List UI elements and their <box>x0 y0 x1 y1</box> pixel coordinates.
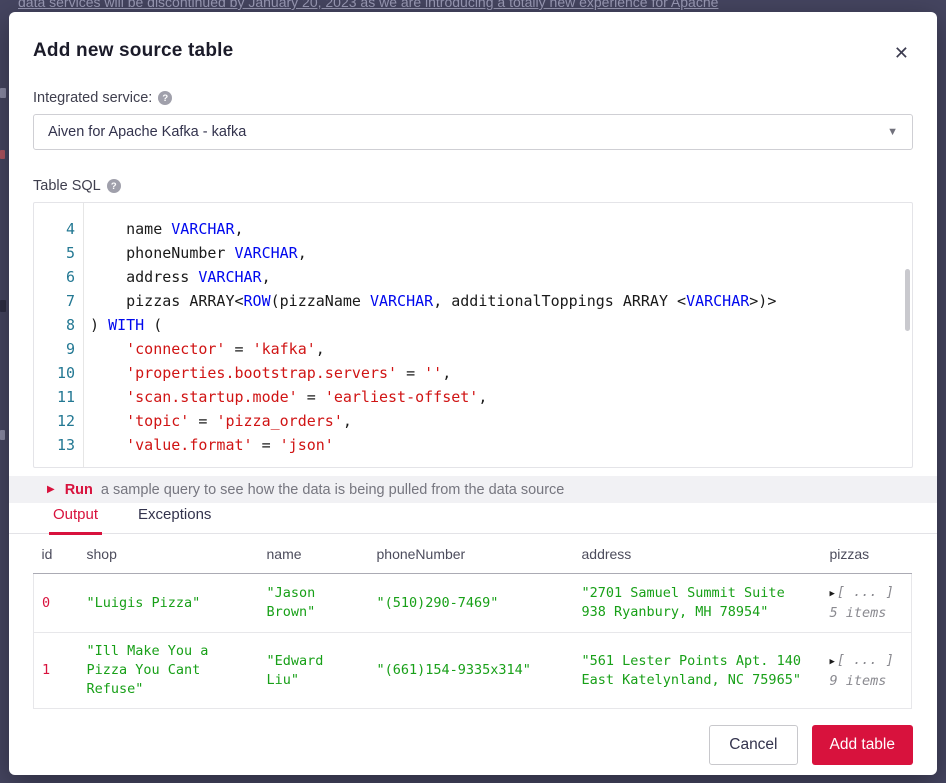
add-source-table-modal: Add new source table ✕ Integrated servic… <box>9 12 937 775</box>
cancel-button[interactable]: Cancel <box>709 725 797 765</box>
tab-bar: Output Exceptions <box>9 503 937 534</box>
cell-pizzas: ▶[ ... ] 9 items <box>822 633 912 709</box>
code-line[interactable]: 'topic' = 'pizza_orders', <box>90 409 912 433</box>
array-item-count: 5 items <box>830 604 904 623</box>
output-tbody: 0"Luigis Pizza""Jason Brown""(510)290-74… <box>34 574 912 709</box>
cell-name: "Jason Brown" <box>259 574 369 633</box>
play-icon: ▶ <box>47 484 55 495</box>
code-line[interactable]: phoneNumber VARCHAR, <box>90 241 912 265</box>
line-number: 5 <box>34 241 75 265</box>
table-sql-label: Table SQL <box>33 178 101 194</box>
line-number: 8 <box>34 313 75 337</box>
close-icon[interactable]: ✕ <box>890 42 913 64</box>
code-line[interactable]: ) WITH ( <box>90 313 912 337</box>
modal-title: Add new source table <box>33 40 233 62</box>
table-row: 0"Luigis Pizza""Jason Brown""(510)290-74… <box>34 574 912 633</box>
cell-phone-number: "(510)290-7469" <box>369 574 574 633</box>
backdrop-fragment <box>0 150 5 159</box>
editor-scrollbar-thumb[interactable] <box>905 269 910 331</box>
integrated-service-label-row: Integrated service: ? <box>33 90 913 106</box>
modal-header: Add new source table ✕ <box>33 40 913 64</box>
column-header-address: address <box>574 534 822 574</box>
help-icon[interactable]: ? <box>107 179 121 193</box>
editor-gutter: 45678910111213 <box>34 203 84 467</box>
column-header-name: name <box>259 534 369 574</box>
cell-id: 0 <box>34 574 79 633</box>
help-icon[interactable]: ? <box>158 91 172 105</box>
code-line[interactable]: 'value.format' = 'json' <box>90 433 912 457</box>
output-table: idshopnamephoneNumberaddresspizzas 0"Lui… <box>33 534 912 709</box>
cell-phone-number: "(661)154-9335x314" <box>369 633 574 709</box>
output-header-row: idshopnamephoneNumberaddresspizzas <box>34 534 912 574</box>
sql-editor[interactable]: 45678910111213 name VARCHAR, phoneNumber… <box>33 202 913 468</box>
array-preview: [ ... ] <box>837 584 894 600</box>
line-number: 13 <box>34 433 75 457</box>
cell-address: "2701 Samuel Summit Suite 938 Ryanbury, … <box>574 574 822 633</box>
array-item-count: 9 items <box>830 672 904 691</box>
tab-exceptions[interactable]: Exceptions <box>134 506 215 535</box>
modal-footer: Cancel Add table <box>33 725 913 765</box>
chevron-down-icon: ▼ <box>887 126 898 138</box>
integrated-service-value: Aiven for Apache Kafka - kafka <box>48 124 246 140</box>
code-line[interactable]: 'scan.startup.mode' = 'earliest-offset', <box>90 385 912 409</box>
line-number: 10 <box>34 361 75 385</box>
backdrop-fragment <box>0 88 6 98</box>
tab-output[interactable]: Output <box>49 506 102 535</box>
line-number: 9 <box>34 337 75 361</box>
code-line[interactable]: pizzas ARRAY<ROW(pizzaName VARCHAR, addi… <box>90 289 912 313</box>
column-header-shop: shop <box>79 534 259 574</box>
expand-array-icon[interactable]: ▶ <box>830 589 835 599</box>
cell-id: 1 <box>34 633 79 709</box>
cell-name: "Edward Liu" <box>259 633 369 709</box>
editor-code[interactable]: name VARCHAR, phoneNumber VARCHAR, addre… <box>84 203 912 467</box>
column-header-id: id <box>34 534 79 574</box>
column-header-pizzas: pizzas <box>822 534 912 574</box>
backdrop-fragment <box>0 300 6 312</box>
code-line[interactable]: 'connector' = 'kafka', <box>90 337 912 361</box>
run-bar: ▶ Run a sample query to see how the data… <box>9 476 937 503</box>
add-table-button[interactable]: Add table <box>812 725 914 765</box>
cell-pizzas: ▶[ ... ] 5 items <box>822 574 912 633</box>
expand-array-icon[interactable]: ▶ <box>830 657 835 667</box>
cell-address: "561 Lester Points Apt. 140 East Katelyn… <box>574 633 822 709</box>
backdrop-page-text: data services will be discontinued by Ja… <box>0 0 946 12</box>
integrated-service-label: Integrated service: <box>33 90 152 106</box>
run-button[interactable]: Run <box>65 482 93 498</box>
run-description: a sample query to see how the data is be… <box>101 482 564 498</box>
line-number: 11 <box>34 385 75 409</box>
table-row: 1"Ill Make You a Pizza You Cant Refuse""… <box>34 633 912 709</box>
integrated-service-select[interactable]: Aiven for Apache Kafka - kafka ▼ <box>33 114 913 150</box>
line-number: 4 <box>34 217 75 241</box>
cell-shop: "Ill Make You a Pizza You Cant Refuse" <box>79 633 259 709</box>
code-line[interactable]: address VARCHAR, <box>90 265 912 289</box>
cell-shop: "Luigis Pizza" <box>79 574 259 633</box>
line-number: 7 <box>34 289 75 313</box>
table-sql-label-row: Table SQL ? <box>33 178 913 194</box>
line-number: 6 <box>34 265 75 289</box>
backdrop-fragment <box>0 430 5 440</box>
array-preview: [ ... ] <box>837 652 894 668</box>
line-number: 12 <box>34 409 75 433</box>
code-line[interactable]: 'properties.bootstrap.servers' = '', <box>90 361 912 385</box>
column-header-phoneNumber: phoneNumber <box>369 534 574 574</box>
code-line[interactable]: name VARCHAR, <box>90 217 912 241</box>
